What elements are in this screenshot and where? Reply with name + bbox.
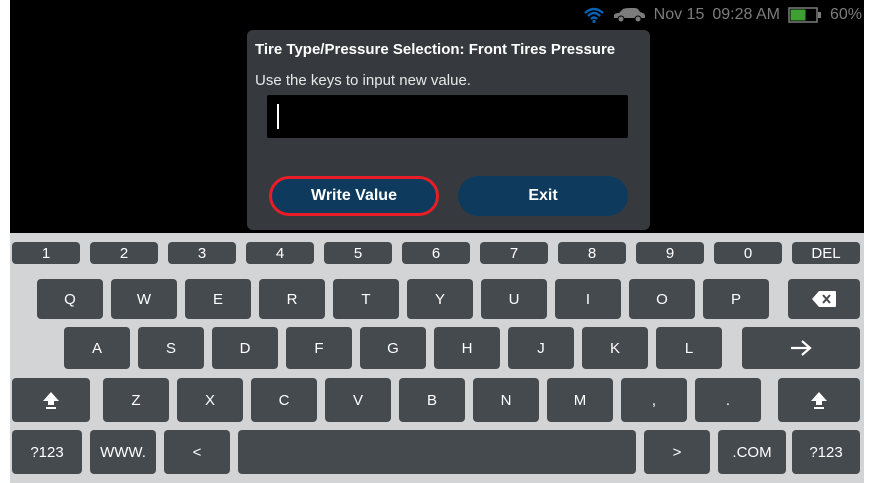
key-d[interactable]: D: [212, 327, 278, 369]
key-z[interactable]: Z: [103, 378, 169, 422]
key-p[interactable]: P: [703, 279, 769, 319]
backspace-icon: [811, 290, 837, 308]
key-del[interactable]: DEL: [792, 242, 860, 264]
key-space[interactable]: [238, 430, 636, 474]
key-enter[interactable]: [742, 327, 860, 369]
key-numeric-mode-left[interactable]: ?123: [12, 430, 82, 474]
key-comma[interactable]: ,: [621, 378, 687, 422]
key-y[interactable]: Y: [407, 279, 473, 319]
status-bar: Nov 15 09:28 AM 60%: [583, 0, 862, 30]
status-date: Nov 15: [653, 6, 705, 23]
key-numeric-mode-right[interactable]: ?123: [792, 430, 860, 474]
key-v[interactable]: V: [325, 378, 391, 422]
key-a[interactable]: A: [64, 327, 130, 369]
dialog-message: Use the keys to input new value.: [255, 72, 471, 89]
key-x[interactable]: X: [177, 378, 243, 422]
exit-button[interactable]: Exit: [458, 176, 628, 216]
arrow-right-icon: [790, 340, 812, 356]
key-q[interactable]: Q: [37, 279, 103, 319]
key-4[interactable]: 4: [246, 242, 314, 264]
shift-icon: [809, 390, 829, 410]
battery-percent: 60%: [829, 6, 862, 23]
key-less-than[interactable]: <: [164, 430, 230, 474]
battery-icon: [788, 7, 822, 23]
key-r[interactable]: R: [259, 279, 325, 319]
key-c[interactable]: C: [251, 378, 317, 422]
shift-icon: [41, 390, 61, 410]
key-1[interactable]: 1: [12, 242, 80, 264]
key-h[interactable]: H: [434, 327, 500, 369]
car-icon: [612, 7, 646, 23]
dialog-title: Tire Type/Pressure Selection: Front Tire…: [255, 41, 616, 58]
key-j[interactable]: J: [508, 327, 574, 369]
key-greater-than[interactable]: >: [644, 430, 710, 474]
on-screen-keyboard: 1 2 3 4 5 6 7 8 9 0 DEL Q W E R T Y U I …: [10, 233, 864, 483]
key-dot-com[interactable]: .COM: [718, 430, 786, 474]
status-time: 09:28 AM: [712, 6, 780, 23]
key-shift-right[interactable]: [778, 378, 860, 422]
write-value-button[interactable]: Write Value: [269, 176, 439, 216]
key-k[interactable]: K: [582, 327, 648, 369]
key-t[interactable]: T: [333, 279, 399, 319]
key-s[interactable]: S: [138, 327, 204, 369]
key-0[interactable]: 0: [714, 242, 782, 264]
key-f[interactable]: F: [286, 327, 352, 369]
key-2[interactable]: 2: [90, 242, 158, 264]
key-backspace[interactable]: [788, 279, 860, 319]
key-6[interactable]: 6: [402, 242, 470, 264]
key-n[interactable]: N: [473, 378, 539, 422]
pressure-dialog: Tire Type/Pressure Selection: Front Tire…: [247, 30, 650, 230]
screen: Nov 15 09:28 AM 60% Tire Type/Pressure S…: [10, 0, 864, 233]
key-w[interactable]: W: [111, 279, 177, 319]
key-9[interactable]: 9: [636, 242, 704, 264]
key-g[interactable]: G: [360, 327, 426, 369]
key-l[interactable]: L: [656, 327, 722, 369]
wifi-icon: [583, 7, 604, 23]
key-www[interactable]: WWW.: [90, 430, 156, 474]
key-5[interactable]: 5: [324, 242, 392, 264]
key-o[interactable]: O: [629, 279, 695, 319]
key-u[interactable]: U: [481, 279, 547, 319]
value-input[interactable]: [267, 95, 628, 138]
key-8[interactable]: 8: [558, 242, 626, 264]
key-m[interactable]: M: [547, 378, 613, 422]
key-shift-left[interactable]: [12, 378, 90, 422]
key-b[interactable]: B: [399, 378, 465, 422]
key-e[interactable]: E: [185, 279, 251, 319]
key-period[interactable]: .: [695, 378, 761, 422]
key-3[interactable]: 3: [168, 242, 236, 264]
key-i[interactable]: I: [555, 279, 621, 319]
text-caret: [277, 104, 279, 129]
key-7[interactable]: 7: [480, 242, 548, 264]
